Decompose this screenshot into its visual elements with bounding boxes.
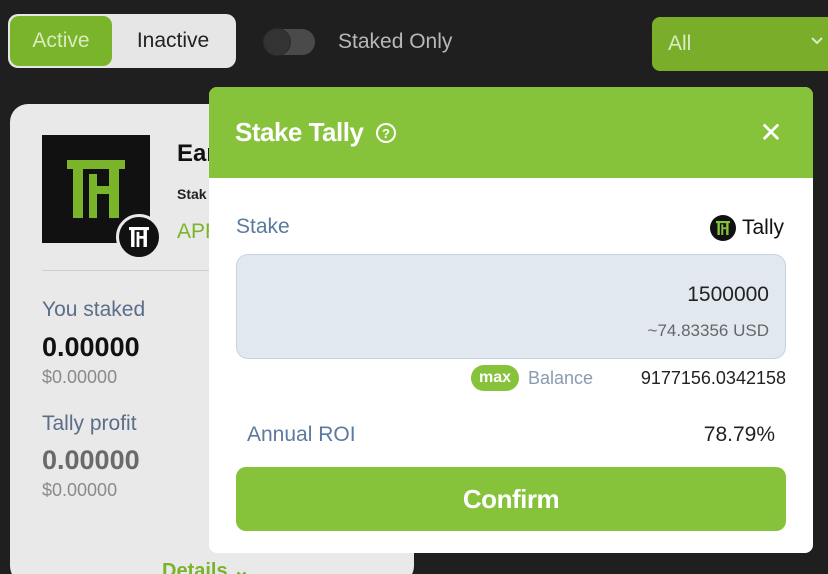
filter-select-value: All [668, 32, 692, 55]
active-tab[interactable]: Active [10, 16, 112, 66]
tally-token-icon [710, 215, 736, 241]
amount-usd: ~74.83356 USD [647, 321, 769, 340]
balance-value: 9177156.0342158 [640, 368, 786, 388]
inactive-tab[interactable]: Inactive [112, 16, 234, 66]
status-segmented-control: Active Inactive [8, 14, 236, 68]
balance-label: Balance [528, 368, 594, 388]
stake-amount-input[interactable]: 1500000 ~74.83356 USD [236, 254, 786, 359]
confirm-button[interactable]: Confirm [236, 467, 786, 531]
staked-only-label: Staked Only [338, 30, 453, 53]
modal-header: Stake Tally ? ✕ [209, 87, 813, 178]
toggle-knob [263, 28, 291, 56]
profit-value: 0.00000 [42, 445, 140, 475]
close-icon[interactable]: ✕ [758, 119, 784, 147]
details-label: Details [162, 560, 228, 574]
annual-roi-label: Annual ROI [247, 423, 356, 446]
details-link[interactable]: Details ⌄ [162, 558, 250, 574]
you-staked-value: 0.00000 [42, 332, 140, 362]
profit-label: Tally profit [42, 412, 137, 435]
chevron-down-icon [810, 34, 824, 48]
staked-only-toggle[interactable] [263, 28, 315, 56]
profit-usd: $0.00000 [42, 480, 118, 500]
chevron-down-icon: ⌄ [233, 560, 250, 574]
card-subtitle: Stak [177, 186, 207, 202]
tally-badge-icon [116, 214, 162, 260]
you-staked-usd: $0.00000 [42, 367, 118, 387]
stake-label: Stake [236, 215, 290, 238]
help-circle-icon[interactable]: ? [376, 123, 396, 143]
amount-value: 1500000 [687, 283, 769, 306]
modal-title: Stake Tally [235, 117, 364, 147]
you-staked-label: You staked [42, 298, 146, 321]
token-name: Tally [742, 216, 785, 239]
filter-select[interactable]: All [652, 17, 828, 71]
annual-roi-value: 78.79% [703, 423, 775, 446]
stake-modal: Stake Tally ? ✕ Stake Tally 1500000 ~74.… [209, 87, 813, 553]
max-button[interactable]: max [471, 365, 519, 391]
